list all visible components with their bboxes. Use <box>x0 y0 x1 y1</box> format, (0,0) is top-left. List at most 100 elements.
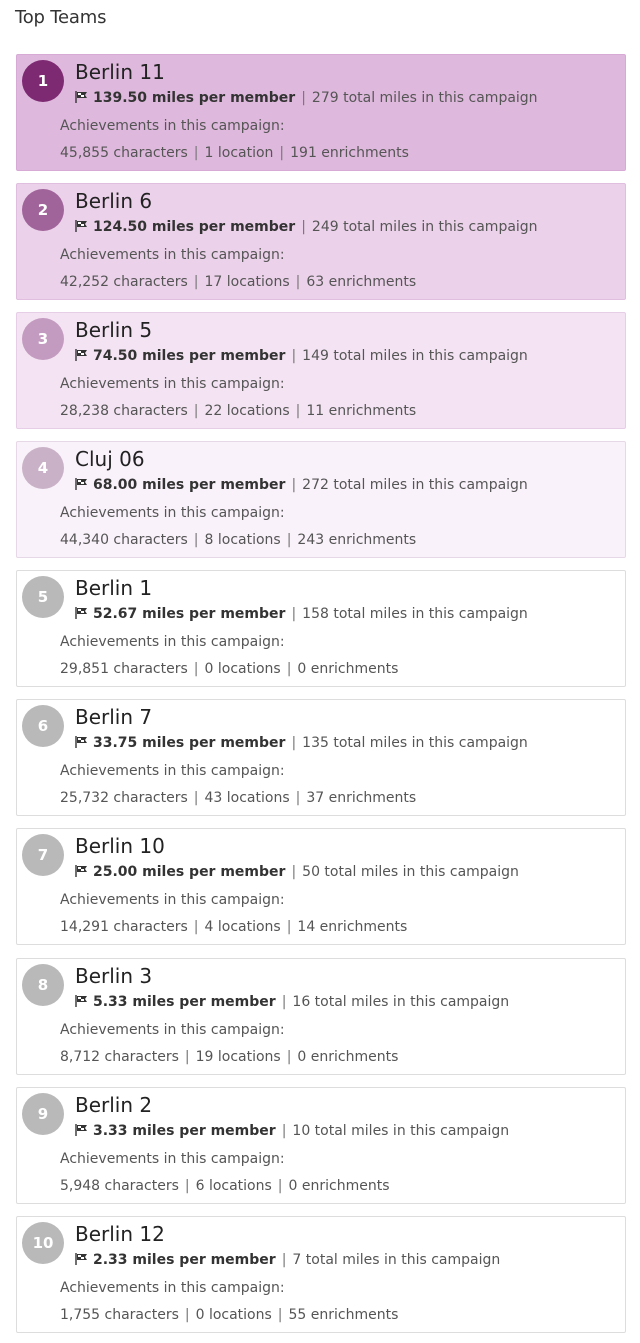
separator: | <box>286 919 292 935</box>
team-name[interactable]: Berlin 11 <box>75 60 165 84</box>
separator: | <box>184 1307 190 1323</box>
separator: | <box>286 532 292 548</box>
separator: | <box>277 1307 283 1323</box>
enrichments-count: 0 enrichments <box>297 1049 399 1065</box>
miles-line: 3.33 miles per member | 10 total miles in … <box>75 1123 509 1139</box>
flag-icon <box>75 91 87 103</box>
miles-per-member: 2.33 miles per member <box>93 1252 276 1268</box>
miles-line: 124.50 miles per member | 249 total miles … <box>75 219 538 235</box>
team-card[interactable]: 6 Berlin 7 33.75 miles per member | 135 to… <box>16 699 626 816</box>
enrichments-count: 63 enrichments <box>306 274 417 290</box>
achievements-label: Achievements in this campaign: <box>60 118 285 134</box>
enrichments-count: 37 enrichments <box>306 790 417 806</box>
miles-line: 74.50 miles per member | 149 total miles i… <box>75 348 528 364</box>
team-name[interactable]: Berlin 5 <box>75 318 152 342</box>
separator: | <box>291 348 297 364</box>
rank-badge: 2 <box>22 189 64 231</box>
separator: | <box>193 661 199 677</box>
achievement-stats: 44,340 characters | 8 locations | 243 enrich… <box>60 532 416 548</box>
enrichments-count: 14 enrichments <box>297 919 408 935</box>
total-miles: 158 total miles in this campaign <box>302 606 528 622</box>
characters-count: 28,238 characters <box>60 403 188 419</box>
achievements-label: Achievements in this campaign: <box>60 376 285 392</box>
characters-count: 45,855 characters <box>60 145 188 161</box>
enrichments-count: 55 enrichments <box>288 1307 399 1323</box>
rank-badge: 8 <box>22 964 64 1006</box>
separator: | <box>295 274 301 290</box>
miles-line: 2.33 miles per member | 7 total miles in t… <box>75 1252 500 1268</box>
characters-count: 25,732 characters <box>60 790 188 806</box>
achievements-label: Achievements in this campaign: <box>60 1022 285 1038</box>
team-card[interactable]: 5 Berlin 1 52.67 miles per member | 158 to… <box>16 570 626 687</box>
characters-count: 1,755 characters <box>60 1307 179 1323</box>
team-card[interactable]: 4 Cluj 06 68.00 miles per member | 272 tot… <box>16 441 626 558</box>
team-card[interactable]: 10 Berlin 12 2.33 miles per member | 7 tot… <box>16 1216 626 1333</box>
total-miles: 279 total miles in this campaign <box>311 90 538 106</box>
team-name[interactable]: Berlin 6 <box>75 189 152 213</box>
team-card[interactable]: 1 Berlin 11 139.50 miles per member | 279 … <box>16 54 626 171</box>
team-name[interactable]: Berlin 10 <box>75 834 165 858</box>
miles-per-member: 124.50 miles per member <box>93 219 296 235</box>
rank-badge: 3 <box>22 318 64 360</box>
characters-count: 44,340 characters <box>60 532 188 548</box>
miles-per-member: 33.75 miles per member <box>93 735 286 751</box>
achievements-label: Achievements in this campaign: <box>60 1280 285 1296</box>
total-miles: 149 total miles in this campaign <box>302 348 528 364</box>
enrichments-count: 191 enrichments <box>290 145 409 161</box>
achievements-label: Achievements in this campaign: <box>60 505 285 521</box>
team-card[interactable]: 3 Berlin 5 74.50 miles per member | 149 to… <box>16 312 626 429</box>
separator: | <box>279 145 285 161</box>
team-name[interactable]: Berlin 1 <box>75 576 152 600</box>
rank-badge: 4 <box>22 447 64 489</box>
separator: | <box>193 790 199 806</box>
flag-icon <box>75 865 87 877</box>
separator: | <box>281 994 287 1010</box>
separator: | <box>291 735 297 751</box>
rank-badge: 10 <box>22 1222 64 1264</box>
team-name[interactable]: Berlin 2 <box>75 1093 152 1117</box>
team-card[interactable]: 2 Berlin 6 124.50 miles per member | 249 t… <box>16 183 626 300</box>
flag-icon <box>75 736 87 748</box>
enrichments-count: 0 enrichments <box>288 1178 390 1194</box>
achievement-stats: 25,732 characters | 43 locations | 37 enrich… <box>60 790 416 806</box>
total-miles: 16 total miles in this campaign <box>292 994 510 1010</box>
separator: | <box>286 1049 292 1065</box>
separator: | <box>291 606 297 622</box>
team-card[interactable]: 8 Berlin 3 5.33 miles per member | 16 tota… <box>16 958 626 1075</box>
achievement-stats: 1,755 characters | 0 locations | 55 enrichme… <box>60 1307 398 1323</box>
team-card[interactable]: 7 Berlin 10 25.00 miles per member | 50 to… <box>16 828 626 945</box>
total-miles: 135 total miles in this campaign <box>302 735 528 751</box>
separator: | <box>295 403 301 419</box>
team-name[interactable]: Cluj 06 <box>75 447 145 471</box>
miles-per-member: 68.00 miles per member <box>93 477 286 493</box>
separator: | <box>301 90 306 106</box>
achievement-stats: 28,238 characters | 22 locations | 11 enrich… <box>60 403 416 419</box>
total-miles: 7 total miles in this campaign <box>292 1252 501 1268</box>
achievement-stats: 45,855 characters | 1 location | 191 enrichm… <box>60 145 409 161</box>
team-name[interactable]: Berlin 3 <box>75 964 152 988</box>
characters-count: 29,851 characters <box>60 661 188 677</box>
flag-icon <box>75 349 87 361</box>
separator: | <box>301 219 306 235</box>
separator: | <box>193 274 199 290</box>
separator: | <box>295 790 301 806</box>
flag-icon <box>75 995 87 1007</box>
characters-count: 42,252 characters <box>60 274 188 290</box>
miles-per-member: 5.33 miles per member <box>93 994 276 1010</box>
separator: | <box>277 1178 283 1194</box>
separator: | <box>291 477 297 493</box>
characters-count: 8,712 characters <box>60 1049 179 1065</box>
team-name[interactable]: Berlin 12 <box>75 1222 165 1246</box>
locations-count: 43 locations <box>204 790 290 806</box>
separator: | <box>193 532 199 548</box>
separator: | <box>193 919 199 935</box>
separator: | <box>286 661 292 677</box>
locations-count: 8 locations <box>204 532 281 548</box>
team-name[interactable]: Berlin 7 <box>75 705 152 729</box>
total-miles: 272 total miles in this campaign <box>302 477 528 493</box>
team-card[interactable]: 9 Berlin 2 3.33 miles per member | 10 tota… <box>16 1087 626 1204</box>
miles-per-member: 25.00 miles per member <box>93 864 286 880</box>
achievements-label: Achievements in this campaign: <box>60 763 285 779</box>
achievement-stats: 29,851 characters | 0 locations | 0 enrichme… <box>60 661 398 677</box>
achievement-stats: 8,712 characters | 19 locations | 0 enrichme… <box>60 1049 398 1065</box>
